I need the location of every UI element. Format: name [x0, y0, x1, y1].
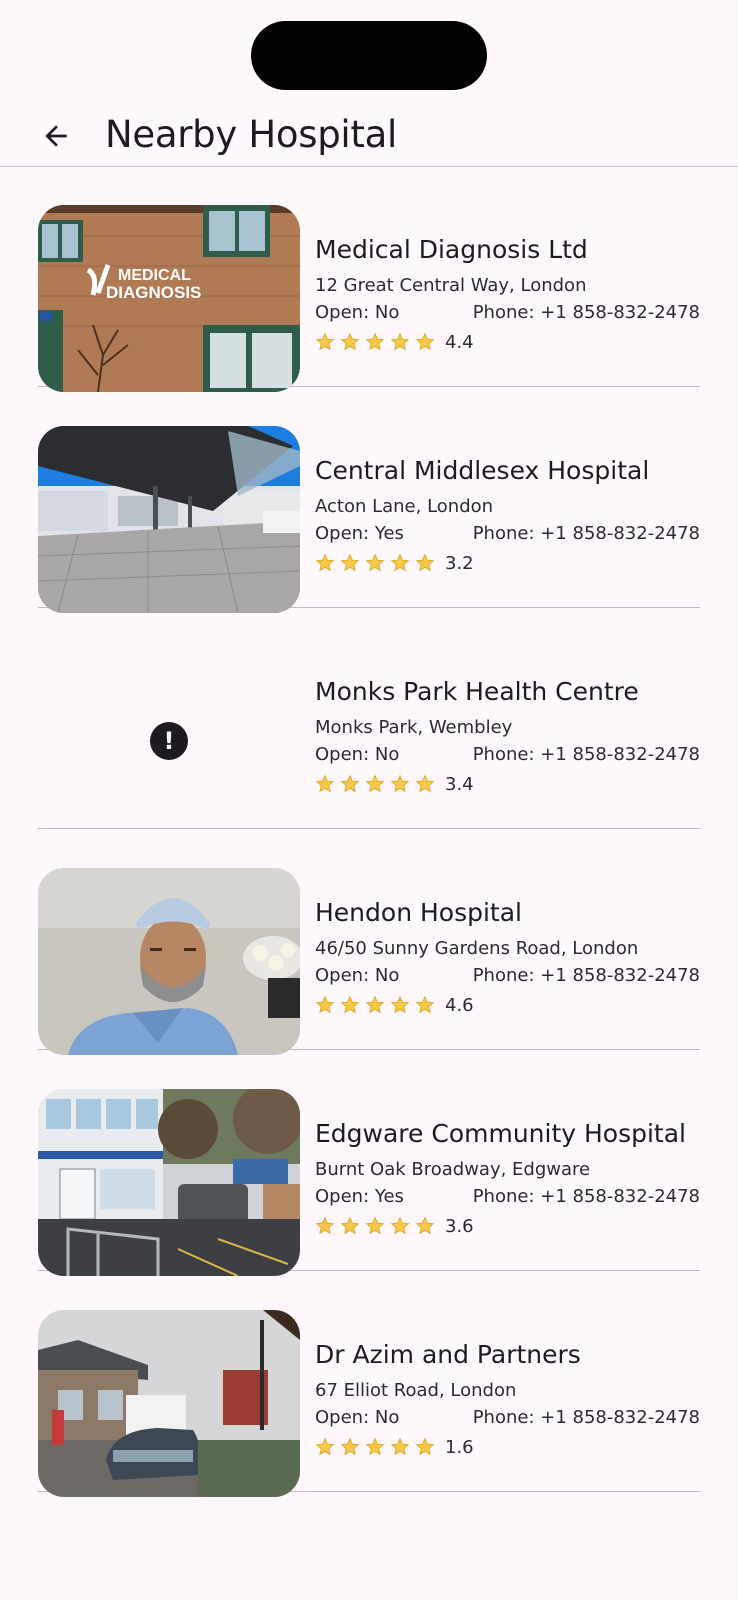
- star-icon: [340, 332, 360, 351]
- star-icon: [415, 553, 435, 572]
- star-icon: [415, 1216, 435, 1235]
- rating-value: 3.2: [445, 552, 474, 574]
- rating-stars: 3.2: [315, 551, 700, 575]
- page-title: Nearby Hospital: [105, 113, 397, 156]
- error-icon: !: [150, 721, 188, 760]
- hospital-photo-placeholder: !: [38, 647, 300, 834]
- open-status: Open: Yes: [315, 1186, 404, 1207]
- rating-stars: 4.6: [315, 993, 700, 1017]
- arrow-left-icon: [45, 125, 67, 147]
- hospital-item[interactable]: MEDICAL DIAGNOSIS Medical Diagnosis Ltd …: [38, 166, 700, 392]
- hospital-item[interactable]: Edgware Community Hospital Burnt Oak Bro…: [38, 1050, 700, 1276]
- star-icon: [415, 332, 435, 351]
- star-icon: [390, 553, 410, 572]
- rating-value: 3.4: [445, 773, 474, 795]
- rating-value: 1.6: [445, 1436, 474, 1458]
- star-icon: [365, 1437, 385, 1456]
- rating-value: 4.4: [445, 331, 474, 353]
- open-status: Open: No: [315, 302, 400, 323]
- rating-stars: 1.6: [315, 1435, 700, 1459]
- hospital-photo: [38, 1310, 300, 1497]
- hospital-name: Dr Azim and Partners: [315, 1340, 581, 1369]
- hospital-name: Medical Diagnosis Ltd: [315, 235, 588, 264]
- app-bar: Nearby Hospital: [0, 100, 738, 167]
- hospital-item[interactable]: Dr Azim and Partners 67 Elliot Road, Lon…: [38, 1271, 700, 1497]
- star-icon: [315, 995, 335, 1014]
- star-icon: [340, 1437, 360, 1456]
- open-status: Open: No: [315, 965, 400, 986]
- star-icon: [315, 332, 335, 351]
- rating-stars: 4.4: [315, 330, 700, 354]
- star-icon: [315, 553, 335, 572]
- phone-number: Phone: +1 858-832-2478: [472, 744, 700, 765]
- star-icon: [365, 332, 385, 351]
- svg-text:DIAGNOSIS: DIAGNOSIS: [106, 283, 201, 302]
- hospital-name: Monks Park Health Centre: [315, 677, 639, 706]
- rating-stars: 3.4: [315, 772, 700, 796]
- hospital-address: Monks Park, Wembley: [315, 717, 513, 738]
- hospital-address: Acton Lane, London: [315, 496, 494, 517]
- star-icon: [365, 774, 385, 793]
- hospital-address: 12 Great Central Way, London: [315, 275, 587, 296]
- star-icon: [365, 1216, 385, 1235]
- star-icon: [390, 995, 410, 1014]
- camera-cutout: [251, 21, 487, 90]
- star-icon: [415, 1437, 435, 1456]
- hospital-item[interactable]: Hendon Hospital 46/50 Sunny Gardens Road…: [38, 829, 700, 1055]
- hospital-name: Edgware Community Hospital: [315, 1119, 686, 1148]
- star-icon: [315, 774, 335, 793]
- back-button[interactable]: [28, 112, 84, 160]
- svg-text:MEDICAL: MEDICAL: [118, 267, 191, 284]
- hospital-address: 46/50 Sunny Gardens Road, London: [315, 938, 639, 959]
- rating-value: 4.6: [445, 994, 474, 1016]
- open-status: Open: No: [315, 1407, 400, 1428]
- hospital-name: Hendon Hospital: [315, 898, 522, 927]
- hospital-item[interactable]: ! Monks Park Health Centre Monks Park, W…: [38, 608, 700, 829]
- star-icon: [340, 553, 360, 572]
- phone-number: Phone: +1 858-832-2478: [472, 1186, 700, 1207]
- star-icon: [365, 995, 385, 1014]
- star-icon: [315, 1437, 335, 1456]
- open-status: Open: Yes: [315, 523, 404, 544]
- star-icon: [340, 995, 360, 1014]
- star-icon: [390, 1216, 410, 1235]
- hospital-list: MEDICAL DIAGNOSIS Medical Diagnosis Ltd …: [0, 166, 738, 1497]
- star-icon: [365, 553, 385, 572]
- hospital-address: Burnt Oak Broadway, Edgware: [315, 1159, 591, 1180]
- star-icon: [390, 332, 410, 351]
- hospital-photo: MEDICAL DIAGNOSIS: [38, 205, 300, 392]
- hospital-photo: [38, 868, 300, 1055]
- hospital-photo: [38, 1089, 300, 1276]
- hospital-name: Central Middlesex Hospital: [315, 456, 650, 485]
- phone-number: Phone: +1 858-832-2478: [472, 523, 700, 544]
- star-icon: [390, 774, 410, 793]
- star-icon: [340, 774, 360, 793]
- open-status: Open: No: [315, 744, 400, 765]
- hospital-address: 67 Elliot Road, London: [315, 1380, 517, 1401]
- star-icon: [415, 995, 435, 1014]
- phone-number: Phone: +1 858-832-2478: [472, 302, 700, 323]
- hospital-photo: [38, 426, 300, 613]
- rating-value: 3.6: [445, 1215, 474, 1237]
- star-icon: [390, 1437, 410, 1456]
- phone-number: Phone: +1 858-832-2478: [472, 965, 700, 986]
- star-icon: [340, 1216, 360, 1235]
- rating-stars: 3.6: [315, 1214, 700, 1238]
- phone-number: Phone: +1 858-832-2478: [472, 1407, 700, 1428]
- hospital-item[interactable]: Central Middlesex Hospital Acton Lane, L…: [38, 387, 700, 613]
- star-icon: [415, 774, 435, 793]
- star-icon: [315, 1216, 335, 1235]
